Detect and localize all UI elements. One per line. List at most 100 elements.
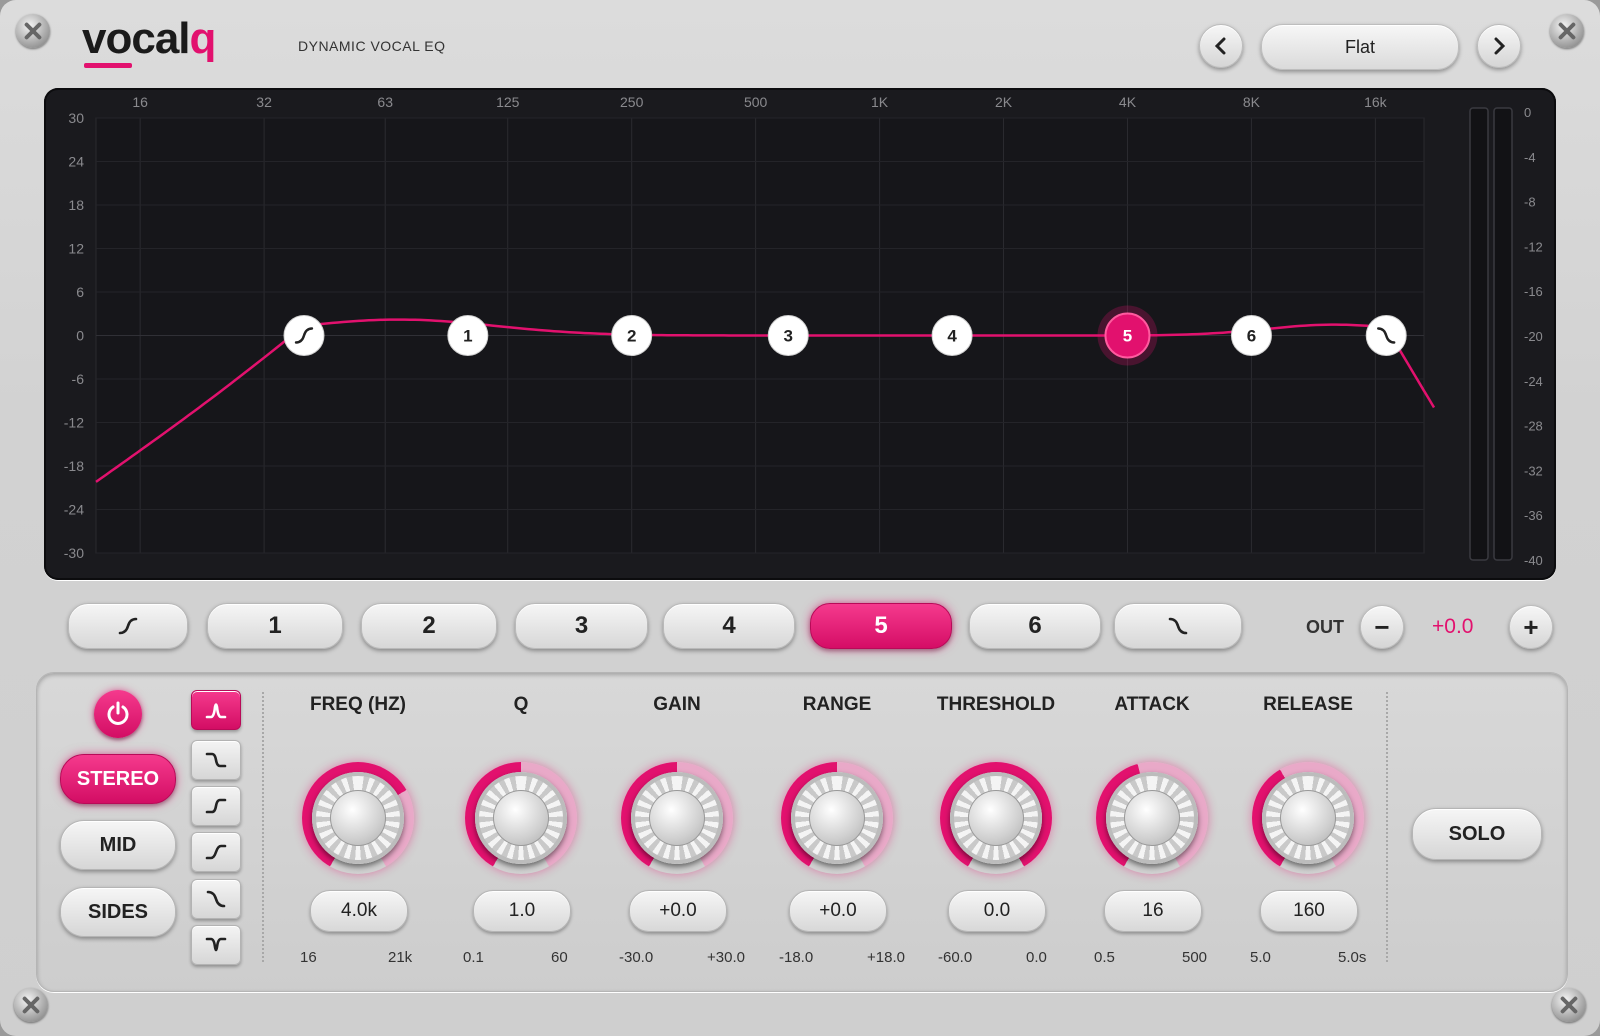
meter-label: -20 [1524, 329, 1543, 344]
filter-shape-button[interactable] [191, 832, 241, 872]
gain-label: 0 [76, 328, 84, 344]
meter-label: -24 [1524, 374, 1543, 389]
eq-graph[interactable]: 16 32 63 125 250 500 1K 2K 4K 8K 16k3024181260-6-1… [44, 88, 1556, 580]
eq-node-6[interactable]: 6 [1230, 315, 1272, 356]
filter-shape-button[interactable] [191, 740, 241, 780]
eq-node-low-pass[interactable] [1365, 315, 1407, 356]
meter-label: -40 [1524, 553, 1543, 568]
param-value-threshold[interactable]: 0.0 [948, 890, 1046, 932]
band-button-high-pass[interactable] [68, 603, 188, 649]
output-value[interactable]: +0.0 [1432, 615, 1473, 639]
logo-accent: q [189, 14, 217, 63]
knob-release[interactable] [1252, 762, 1364, 874]
mode-mid-button[interactable]: MID [60, 820, 176, 870]
param-min-label: 16 [300, 949, 317, 966]
eq-node-label: 1 [463, 327, 472, 346]
gain-label: -30 [64, 545, 84, 561]
band-button-low-pass[interactable] [1114, 603, 1242, 649]
output-plus-button[interactable]: + [1509, 605, 1553, 649]
power-icon [107, 701, 129, 725]
freq-label: 16k [1364, 94, 1388, 110]
knob-range[interactable] [781, 762, 893, 874]
band-button-1[interactable]: 1 [207, 603, 343, 649]
product-subtitle: DYNAMIC VOCAL EQ [298, 38, 446, 54]
freq-label: 16 [132, 94, 148, 110]
output-label: OUT [1306, 617, 1344, 637]
knob-body [631, 772, 723, 864]
knob-q[interactable] [465, 762, 577, 874]
param-value-gain[interactable]: +0.0 [629, 890, 727, 932]
param-value-range[interactable]: +0.0 [789, 890, 887, 932]
knob-freq-hz[interactable] [302, 762, 414, 874]
freq-label: 125 [496, 94, 520, 110]
preset-next-button[interactable] [1477, 24, 1521, 68]
filter-shape-button[interactable] [191, 690, 241, 730]
level-meter [1469, 107, 1489, 561]
param-min-label: -18.0 [779, 949, 814, 966]
band-button-6[interactable]: 6 [969, 603, 1101, 649]
eq-node-1[interactable]: 1 [447, 315, 489, 356]
low-pass-icon [1168, 617, 1188, 635]
freq-label: 63 [377, 94, 393, 110]
freq-label: 500 [744, 94, 768, 110]
eq-node-label: 4 [947, 327, 957, 346]
eq-node-label: 5 [1123, 327, 1132, 346]
mode-sides-button[interactable]: SIDES [60, 887, 176, 937]
filter-shape-button[interactable] [191, 879, 241, 919]
meter-label: -36 [1524, 508, 1543, 523]
gain-label: 6 [76, 284, 84, 300]
param-value-release[interactable]: 160 [1260, 890, 1358, 932]
band-button-4[interactable]: 4 [663, 603, 795, 649]
param-label-freq-hz: FREQ (HZ) [309, 694, 407, 715]
knob-cap [649, 790, 705, 846]
eq-node-4[interactable]: 4 [931, 315, 973, 356]
mode-stereo-button[interactable]: STEREO [60, 754, 176, 804]
gain-label: 12 [68, 241, 84, 257]
param-max-label: 500 [1182, 949, 1208, 966]
bell-icon [205, 703, 227, 719]
eq-node-2[interactable]: 2 [611, 315, 653, 356]
band-button-2[interactable]: 2 [361, 603, 497, 649]
knob-body [1262, 772, 1354, 864]
eq-node-3[interactable]: 3 [767, 315, 809, 356]
param-max-label: +30.0 [707, 949, 745, 966]
filter-shape-button[interactable] [191, 786, 241, 826]
chevron-left-icon [1214, 37, 1226, 55]
output-minus-button[interactable]: − [1360, 605, 1404, 649]
eq-node-5[interactable]: 5 [1097, 305, 1158, 366]
param-value-freq-hz[interactable]: 4.0k [310, 890, 408, 932]
band-power-button[interactable] [94, 690, 142, 738]
meter-label: -16 [1524, 284, 1543, 299]
param-max-label: 5.0s [1338, 949, 1367, 966]
eq-node-high-pass[interactable] [283, 315, 325, 356]
preset-selector[interactable]: Flat [1261, 24, 1459, 70]
knob-body [475, 772, 567, 864]
preset-prev-button[interactable] [1199, 24, 1243, 68]
param-value-q[interactable]: 1.0 [473, 890, 571, 932]
divider [262, 692, 264, 962]
eq-node-label: 2 [627, 327, 636, 346]
param-value-attack[interactable]: 16 [1104, 890, 1202, 932]
screw-icon [1552, 988, 1586, 1022]
knob-cap [493, 790, 549, 846]
gain-label: 30 [68, 110, 84, 126]
band-button-3[interactable]: 3 [515, 603, 648, 649]
eq-display[interactable]: 16 32 63 125 250 500 1K 2K 4K 8K 16k 30 24 18 12 6 0 -6 -1… [44, 88, 1556, 580]
eq-node-label: 3 [784, 327, 793, 346]
meter-label: -32 [1524, 463, 1543, 478]
knob-threshold[interactable] [940, 762, 1052, 874]
solo-button[interactable]: SOLO [1412, 808, 1542, 860]
band-button-5[interactable]: 5 [810, 603, 952, 649]
knob-attack[interactable] [1096, 762, 1208, 874]
high-shelf-down-icon [205, 752, 227, 768]
freq-label: 1K [871, 94, 889, 110]
meter-label: -4 [1524, 150, 1536, 165]
eq-node-label: 6 [1247, 327, 1256, 346]
logo: vocalq [82, 14, 217, 64]
param-label-release: RELEASE [1263, 694, 1353, 715]
knob-cap [809, 790, 865, 846]
low-shelf-icon [205, 798, 227, 814]
knob-gain[interactable] [621, 762, 733, 874]
level-meter [1493, 107, 1513, 561]
filter-shape-button[interactable] [191, 925, 241, 965]
